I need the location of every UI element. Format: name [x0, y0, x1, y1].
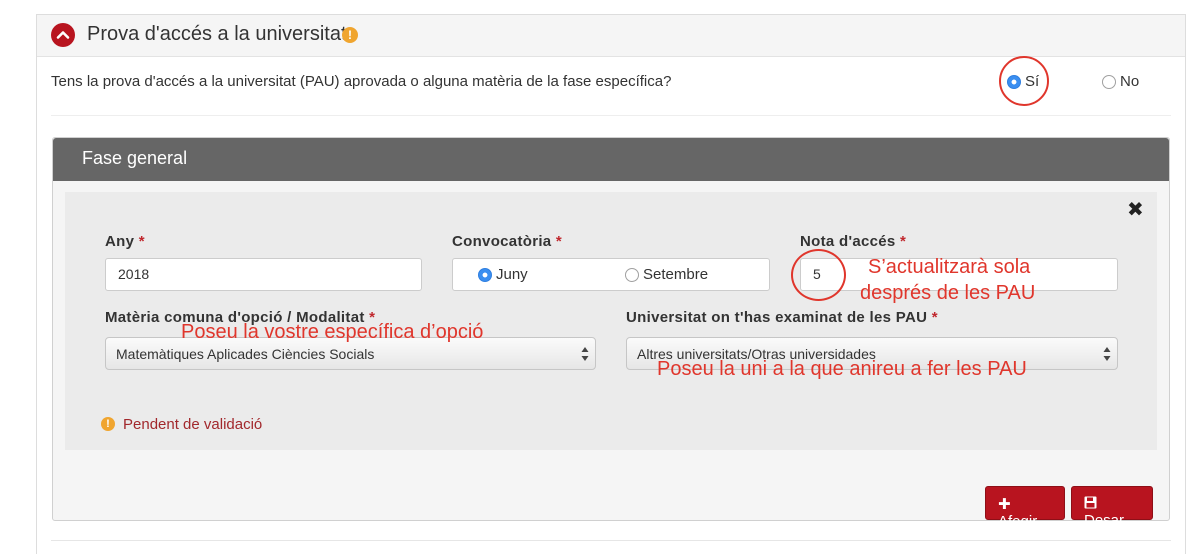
radio-juny-label[interactable]: Juny: [496, 266, 528, 283]
add-button-label: Afegir: [998, 513, 1038, 530]
save-icon: [1084, 496, 1097, 511]
highlight-circle-si: [999, 56, 1049, 106]
materia-selected-value: Matemàtiques Aplicades Ciències Socials: [116, 346, 375, 362]
highlight-circle-nota: [791, 249, 846, 301]
radio-no[interactable]: [1102, 75, 1116, 89]
annotation-nota-line2: després de les PAU: [860, 282, 1036, 304]
radio-juny[interactable]: [478, 268, 492, 282]
convocatoria-radio-group: Juny Setembre: [452, 258, 770, 291]
pending-status-text: Pendent de validació: [123, 416, 263, 433]
plus-icon: ✚: [998, 496, 1011, 513]
radio-setembre-label[interactable]: Setembre: [643, 266, 708, 283]
add-button[interactable]: ✚Afegir: [985, 486, 1065, 530]
warning-icon: !: [342, 27, 358, 43]
any-label: Any *: [105, 233, 145, 250]
section-header: Prova d'accés a la universitat !: [37, 15, 1185, 57]
pending-warning-icon: !: [101, 417, 115, 431]
annotation-nota-line1: S’actualitzarà sola: [868, 256, 1031, 278]
divider: [51, 115, 1171, 116]
pau-section: Prova d'accés a la universitat ! Tens la…: [36, 14, 1186, 554]
annotation-universitat: Poseu la uni a la que anireu a fer les P…: [657, 358, 1027, 380]
fase-general-form: ✖ Any * 2018 Convocatòria * Juny Setembr…: [65, 192, 1157, 450]
select-arrows-icon: [1103, 347, 1111, 361]
select-arrows-icon: [581, 347, 589, 361]
universitat-label: Universitat on t'has examinat de les PAU…: [626, 309, 938, 326]
save-button-label: Desar: [1084, 512, 1125, 529]
section-title: Prova d'accés a la universitat: [87, 23, 347, 45]
pau-question: Tens la prova d'accés a la universitat (…: [51, 73, 672, 90]
radio-no-label[interactable]: No: [1120, 73, 1139, 90]
collapse-chevron-icon[interactable]: [51, 23, 75, 47]
fase-general-panel: Fase general ✖ Any * 2018 Convocatòria *…: [52, 137, 1170, 530]
annotation-materia: Poseu la vostre específica d’opció: [181, 321, 484, 343]
save-button[interactable]: Desar: [1071, 486, 1153, 529]
panel-title: Fase general: [82, 148, 188, 168]
convocatoria-label: Convocatòria *: [452, 233, 563, 250]
nota-label: Nota d'accés *: [800, 233, 907, 250]
radio-setembre[interactable]: [625, 268, 639, 282]
any-input[interactable]: 2018: [105, 258, 422, 291]
close-icon[interactable]: ✖: [1127, 200, 1144, 220]
panel-header: Fase general: [53, 138, 1169, 181]
